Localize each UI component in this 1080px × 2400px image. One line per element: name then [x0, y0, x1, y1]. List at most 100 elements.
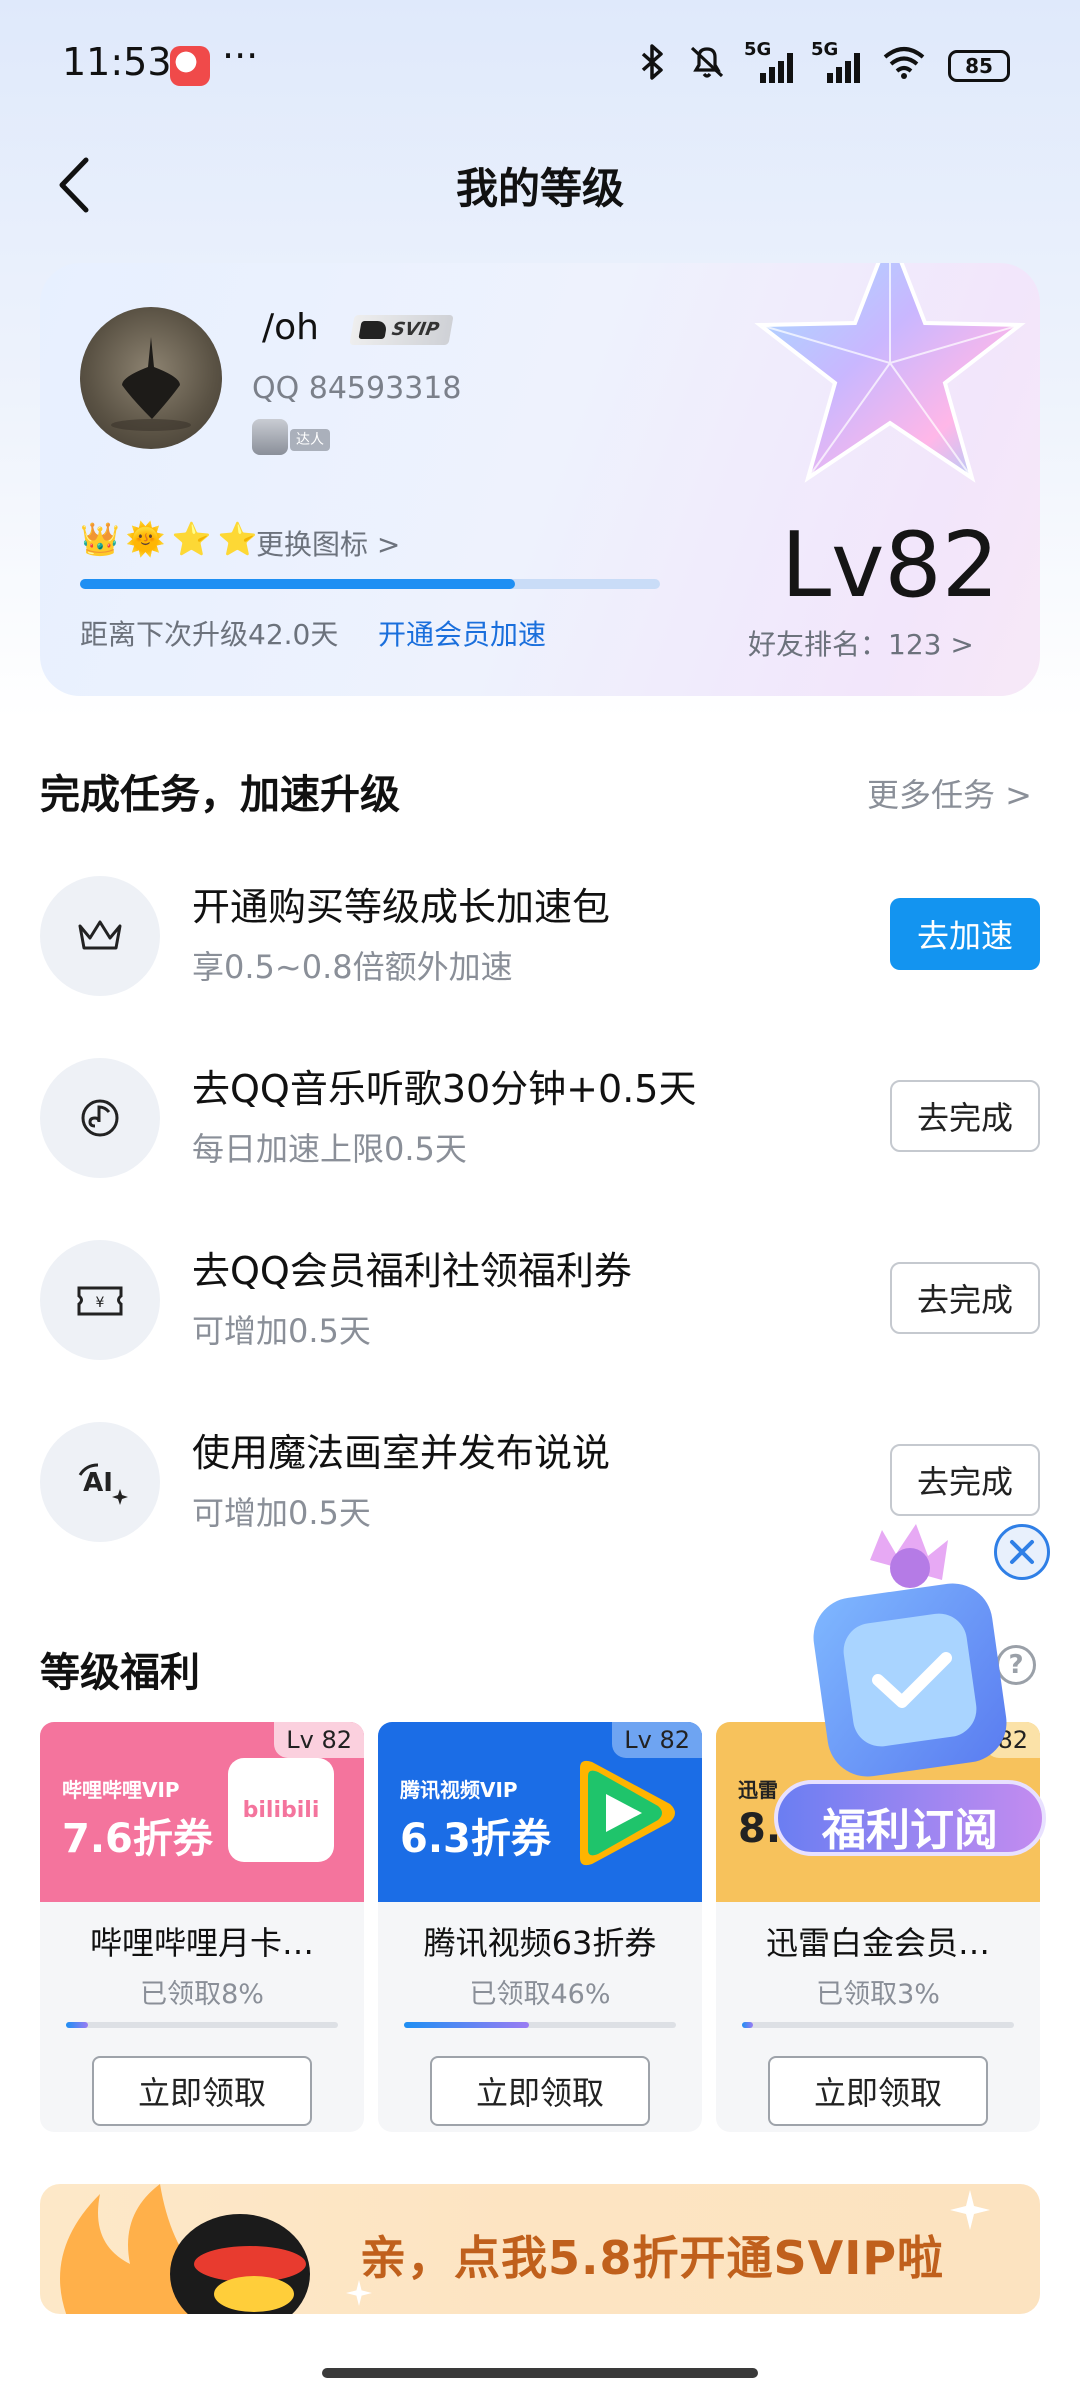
task-icon-container	[40, 876, 160, 996]
svip-badge: SVIP	[349, 315, 454, 345]
claim-button[interactable]: 立即领取	[430, 2056, 650, 2126]
signal-strength-icon-2: 5G	[811, 39, 860, 83]
app-notification-icon	[170, 46, 210, 86]
claim-button[interactable]: 立即领取	[768, 2056, 988, 2126]
penguin-mascot-icon	[60, 2184, 310, 2314]
friend-rank-link[interactable]: 好友排名：123 >	[748, 623, 974, 663]
sun-level-icon: 🌞	[125, 520, 166, 558]
sparkle-icon	[346, 2280, 372, 2306]
welfare-subscribe-float[interactable]: 福利订阅	[770, 1520, 1050, 1910]
benefit-progress-fill	[742, 2022, 753, 2028]
welfare-subscribe-label: 福利订阅	[822, 1805, 998, 1856]
benefit-banner: 腾讯视频VIP 6.3折券 Lv 82	[378, 1722, 702, 1902]
benefit-name: 迅雷白金会员…	[765, 1924, 990, 1962]
task-title: 去QQ音乐听歌30分钟+0.5天	[192, 1067, 697, 1111]
benefit-brand: 哔哩哔哩VIP	[62, 1778, 180, 1802]
benefit-progress-bar	[66, 2022, 338, 2028]
next-level-text: 距离下次升级42.0天	[80, 618, 339, 651]
task-subtitle: 可增加0.5天	[192, 1494, 371, 1532]
svg-text:AI: AI	[83, 1468, 113, 1498]
benefit-card: 哔哩哔哩VIP 7.6折券 bilibili Lv 82 哔哩哔哩月卡… 已领取…	[40, 1722, 364, 2132]
speedup-button[interactable]: 去加速	[890, 898, 1040, 970]
benefit-name: 腾讯视频63折券	[423, 1924, 657, 1962]
bluetooth-icon	[640, 44, 666, 88]
benefits-section-title: 等级福利	[40, 1650, 200, 1696]
avatar[interactable]	[80, 307, 222, 449]
benefit-claimed: 已领取3%	[816, 1979, 940, 2010]
benefit-progress-bar	[742, 2022, 1014, 2028]
level-progress-fill	[80, 579, 515, 589]
task-icon-container: ¥	[40, 1240, 160, 1360]
status-time: 11:53	[62, 40, 172, 84]
muted-bell-icon	[688, 44, 726, 88]
task-title: 使用魔法画室并发布说说	[192, 1431, 611, 1475]
benefit-progress-bar	[404, 2022, 676, 2028]
star-level-icon: ⭐	[217, 520, 258, 558]
benefit-level-tag: Lv 82	[612, 1722, 702, 1758]
sparkle-icon	[950, 2190, 990, 2230]
task-icon-container: AI	[40, 1422, 160, 1542]
music-note-icon	[81, 1099, 119, 1137]
talent-shield-icon	[252, 419, 288, 455]
talent-badge-label: 达人	[290, 429, 330, 451]
benefit-brand: 腾讯视频VIP	[400, 1778, 518, 1802]
close-float-button[interactable]	[994, 1524, 1050, 1580]
status-bar: 11:53 ··· 5G 5G 85	[0, 0, 1080, 130]
task-subtitle: 每日加速上限0.5天	[192, 1130, 467, 1168]
benefit-claimed: 已领取8%	[140, 1979, 264, 2010]
coupon-icon: ¥	[77, 1286, 123, 1316]
home-indicator[interactable]	[322, 2368, 758, 2378]
task-row: ¥ 去QQ会员福利社领福利券 可增加0.5天 去完成	[0, 1240, 1080, 1410]
svip-promo-text: 亲，点我5.8折开通SVIP啦	[360, 2231, 945, 2285]
level-icons: 👑 🌞 ⭐ ⭐	[80, 519, 257, 559]
crown-level-icon: 👑	[80, 520, 120, 558]
level-value: Lv82	[781, 513, 999, 618]
member-speedup-link[interactable]: 开通会员加速	[378, 613, 546, 653]
close-icon	[1010, 1540, 1034, 1564]
svip-mark-icon	[358, 321, 388, 339]
task-subtitle: 享0.5~0.8倍额外加速	[192, 948, 513, 986]
task-title: 去QQ会员福利社领福利券	[192, 1249, 632, 1293]
level-profile-card: /oh SVIP QQ 84593318 达人 👑 🌞 ⭐ ⭐ 更换图标 > 距…	[40, 263, 1040, 696]
benefit-card: 腾讯视频VIP 6.3折券 Lv 82 腾讯视频63折券 已领取46% 立即领取	[378, 1722, 702, 2132]
bilibili-logo: bilibili	[228, 1758, 334, 1862]
svip-badge-label: SVIP	[390, 319, 441, 340]
complete-task-button[interactable]: 去完成	[890, 1444, 1040, 1516]
level-progress-bar	[80, 579, 660, 589]
benefit-progress-fill	[404, 2022, 530, 2028]
benefit-level-tag: Lv 82	[274, 1722, 364, 1758]
signal-strength-icon: 5G	[744, 39, 793, 83]
more-notifications-icon: ···	[222, 34, 259, 78]
svip-promo-banner[interactable]: 亲，点我5.8折开通SVIP啦	[40, 2184, 1040, 2314]
page-title: 我的等级	[455, 164, 624, 213]
benefit-discount: 7.6折券	[62, 1816, 213, 1862]
nickname: /oh	[262, 307, 319, 348]
change-icon-link[interactable]: 更换图标 >	[256, 523, 400, 563]
complete-task-button[interactable]: 去完成	[890, 1262, 1040, 1334]
benefit-banner: 哔哩哔哩VIP 7.6折券 bilibili Lv 82	[40, 1722, 364, 1902]
benefit-progress-fill	[66, 2022, 88, 2028]
level-star-icon	[754, 263, 1026, 483]
talent-badge: 达人	[252, 419, 342, 455]
benefit-name: 哔哩哔哩月卡…	[89, 1924, 314, 1962]
crown-icon	[78, 920, 122, 950]
task-row: 开通购买等级成长加速包 享0.5~0.8倍额外加速 去加速	[0, 876, 1080, 1046]
task-title: 开通购买等级成长加速包	[192, 885, 611, 929]
ai-sparkle-icon: AI	[78, 1463, 128, 1505]
task-subtitle: 可增加0.5天	[192, 1312, 371, 1350]
star-level-icon: ⭐	[171, 520, 212, 558]
tencent-video-play-icon	[580, 1760, 675, 1866]
complete-task-button[interactable]: 去完成	[890, 1080, 1040, 1152]
benefit-claimed: 已领取46%	[469, 1979, 611, 2010]
qq-number: QQ 84593318	[252, 371, 462, 406]
task-row: 去QQ音乐听歌30分钟+0.5天 每日加速上限0.5天 去完成	[0, 1058, 1080, 1228]
battery-indicator: 85	[948, 50, 1010, 82]
more-tasks-link[interactable]: 更多任务 >	[867, 770, 1032, 816]
claim-button[interactable]: 立即领取	[92, 2056, 312, 2126]
svg-text:¥: ¥	[96, 1295, 105, 1311]
spinning-top-image	[111, 337, 191, 431]
tasks-section-title: 完成任务，加速升级	[40, 772, 400, 818]
task-icon-container	[40, 1058, 160, 1178]
benefit-discount: 6.3折券	[400, 1816, 551, 1862]
wifi-icon	[882, 45, 926, 87]
